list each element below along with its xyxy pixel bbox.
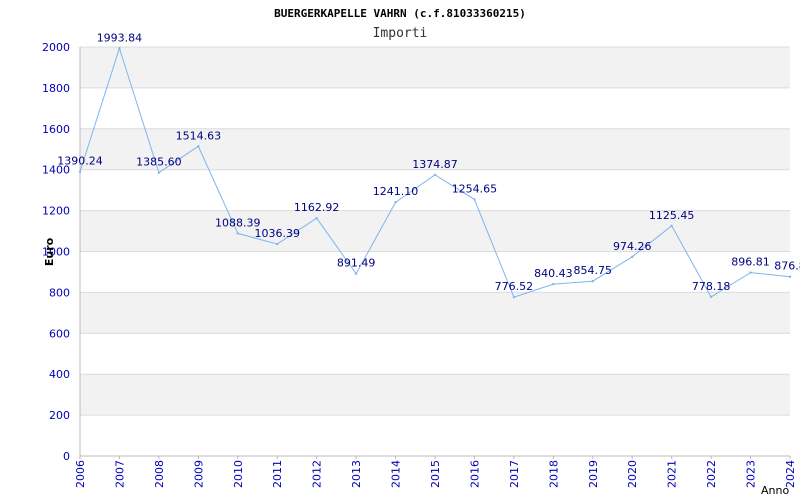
data-point	[354, 272, 358, 275]
x-tick-label: 2008	[153, 460, 166, 488]
x-tick-labels: 2006 2007 2008 2009 2010 2011 2012 2013 2014 2015…	[74, 460, 797, 488]
x-tick-label: 2012	[311, 460, 324, 488]
data-point	[197, 145, 200, 148]
data-label: 776.52	[495, 280, 534, 293]
data-point	[236, 232, 239, 235]
x-tick-label: 2015	[429, 460, 442, 488]
data-label: 1162.92	[294, 201, 340, 214]
grid-band	[80, 292, 790, 334]
grid-bands	[80, 47, 790, 416]
data-point	[433, 173, 437, 177]
x-tick-label: 2019	[587, 460, 600, 488]
line-chart: 0200400600800100012001400160018002000 20…	[42, 7, 800, 497]
x-tick-label: 2017	[508, 460, 521, 488]
x-tick-label: 2022	[705, 460, 718, 488]
data-point	[118, 47, 121, 50]
data-point	[276, 242, 279, 246]
data-label: 891.49	[337, 257, 376, 270]
x-tick-label: 2020	[626, 460, 639, 488]
data-point	[788, 275, 792, 278]
data-label: 840.43	[534, 267, 573, 280]
y-axis-label: Euro	[43, 237, 56, 266]
data-label: 1036.39	[254, 227, 300, 240]
data-point	[394, 200, 397, 204]
data-label: 854.75	[574, 264, 613, 277]
data-label: 876.8	[774, 260, 800, 273]
grid-band	[80, 47, 790, 88]
data-label: 1241.10	[373, 185, 419, 198]
data-label: 896.81	[731, 256, 770, 269]
chart-subtitle: Importi	[373, 26, 428, 41]
data-point	[512, 296, 516, 299]
y-tick-label: 2000	[42, 41, 70, 54]
x-tick-label: 2014	[390, 460, 403, 488]
x-tick-label: 2011	[271, 460, 284, 488]
x-tick-label: 2018	[547, 460, 560, 488]
y-tick-label: 800	[49, 286, 70, 299]
data-point	[631, 255, 634, 258]
data-point	[157, 171, 161, 174]
data-point	[591, 280, 594, 283]
data-label: 1993.84	[97, 31, 143, 44]
data-label: 1390.24	[57, 155, 103, 168]
data-label: 974.26	[613, 240, 652, 253]
grid-band	[80, 374, 790, 416]
y-tick-label: 1800	[42, 82, 70, 95]
y-tick-label: 600	[49, 327, 70, 340]
y-tick-label: 200	[49, 409, 70, 422]
y-tick-label: 400	[49, 368, 70, 381]
chart-title: BUERGERKAPELLE VAHRN (c.f.81033360215)	[274, 7, 526, 20]
x-tick-label: 2013	[350, 460, 363, 488]
data-point	[78, 170, 82, 173]
y-tick-label: 1200	[42, 205, 70, 218]
y-tick-label: 0	[63, 450, 70, 463]
data-point	[709, 295, 713, 299]
x-tick-label: 2006	[74, 460, 87, 488]
data-label: 1125.45	[649, 209, 695, 222]
data-point	[670, 224, 673, 228]
x-tick-label: 2010	[232, 460, 245, 488]
data-label: 778.18	[692, 280, 731, 293]
data-label: 1514.63	[176, 129, 222, 142]
data-label: 1254.65	[452, 182, 498, 195]
data-label: 1385.60	[136, 156, 182, 169]
x-tick-label: 2021	[666, 460, 679, 488]
x-tick-label: 2016	[468, 460, 481, 488]
data-point	[473, 198, 476, 201]
data-label: 1374.87	[412, 158, 458, 171]
data-point	[749, 271, 752, 274]
x-axis-label: Anno	[761, 484, 789, 497]
y-tick-label: 1600	[42, 123, 70, 136]
data-point	[552, 282, 555, 286]
x-tick-label: 2023	[745, 460, 758, 488]
data-point	[315, 216, 318, 220]
x-tick-label: 2007	[113, 460, 126, 488]
x-tick-label: 2009	[192, 460, 205, 488]
